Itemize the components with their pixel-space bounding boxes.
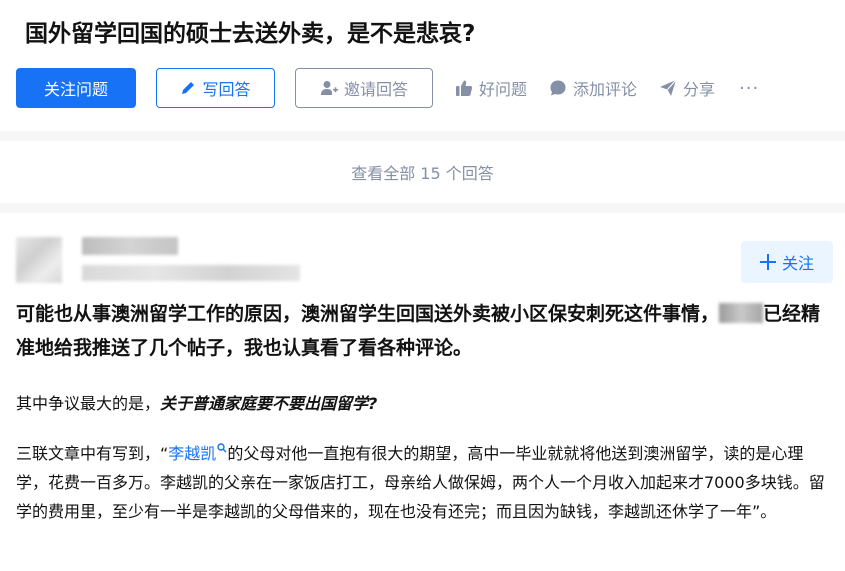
pencil-icon xyxy=(182,82,195,94)
lead-text-1: 可能也从事澳洲留学工作的原因，澳洲留学生回国送外卖被小区保安刺死这件事情， xyxy=(16,303,720,325)
search-icon xyxy=(217,443,227,453)
more-icon[interactable]: ··· xyxy=(739,78,759,99)
redacted-name xyxy=(719,303,764,323)
share-label: 分享 xyxy=(683,80,716,99)
share-button[interactable]: 分享 xyxy=(659,76,715,100)
write-answer-label: 写回答 xyxy=(202,80,251,99)
question-actions: 关注问题 写回答 邀请回答 好问题 添加评论 分享 ··· xyxy=(16,67,759,109)
good-question-button[interactable]: 好问题 xyxy=(455,76,527,100)
answer-lead: 可能也从事澳洲留学工作的原因，澳洲留学生回国送外卖被小区保安刺死这件事情， 已经精… xyxy=(16,297,828,365)
add-comment-label: 添加评论 xyxy=(573,80,638,99)
comment-icon xyxy=(550,80,566,96)
answer-card: 关注 可能也从事澳洲留学工作的原因，澳洲留学生回国送外卖被小区保安刺死这件事情，… xyxy=(0,213,845,571)
invite-answer-button[interactable]: 邀请回答 xyxy=(295,68,433,108)
person-link[interactable]: 李越凯 xyxy=(168,443,227,463)
invite-answer-label: 邀请回答 xyxy=(343,80,408,99)
write-answer-button[interactable]: 写回答 xyxy=(156,68,275,108)
answer-paragraph-2: 三联文章中有写到，“李越凯 的父母对他一直抱有很大的期望，高中一毕业就就将他送到澳… xyxy=(16,439,828,526)
plus-icon xyxy=(759,254,776,270)
follow-question-button[interactable]: 关注问题 xyxy=(16,68,136,108)
p2-prefix: 三联文章中有写到，“ xyxy=(16,444,169,463)
view-all-answers-link[interactable]: 查看全部 15 个回答 xyxy=(351,160,494,184)
question-header: 国外留学回国的硕士去送外卖，是不是悲哀? 关注问题 写回答 邀请回答 好问题 添… xyxy=(0,0,845,131)
follow-author-button[interactable]: 关注 xyxy=(741,241,833,283)
view-all-answers-bar: 查看全部 15 个回答 xyxy=(0,141,845,203)
person-link-label: 李越凯 xyxy=(168,444,217,463)
add-comment-button[interactable]: 添加评论 xyxy=(549,76,637,100)
answer-content: 可能也从事澳洲留学工作的原因，澳洲留学生回国送外卖被小区保安刺死这件事情， 已经精… xyxy=(16,297,828,526)
p1-text: 其中争议最大的是， xyxy=(16,394,161,413)
avatar[interactable] xyxy=(16,237,62,283)
answer-paragraph-1: 其中争议最大的是，关于普通家庭要不要出国留学? xyxy=(16,389,828,418)
follow-author-label: 关注 xyxy=(781,254,814,273)
p1-emphasis: 关于普通家庭要不要出国留学? xyxy=(160,394,378,413)
paper-plane-icon xyxy=(660,79,677,96)
author-bio-redacted xyxy=(82,265,300,281)
author-name-redacted[interactable] xyxy=(82,237,178,255)
thumbs-up-icon xyxy=(456,80,473,96)
question-title[interactable]: 国外留学回国的硕士去送外卖，是不是悲哀? xyxy=(25,14,475,48)
add-user-icon xyxy=(320,81,338,95)
good-question-label: 好问题 xyxy=(479,80,528,99)
